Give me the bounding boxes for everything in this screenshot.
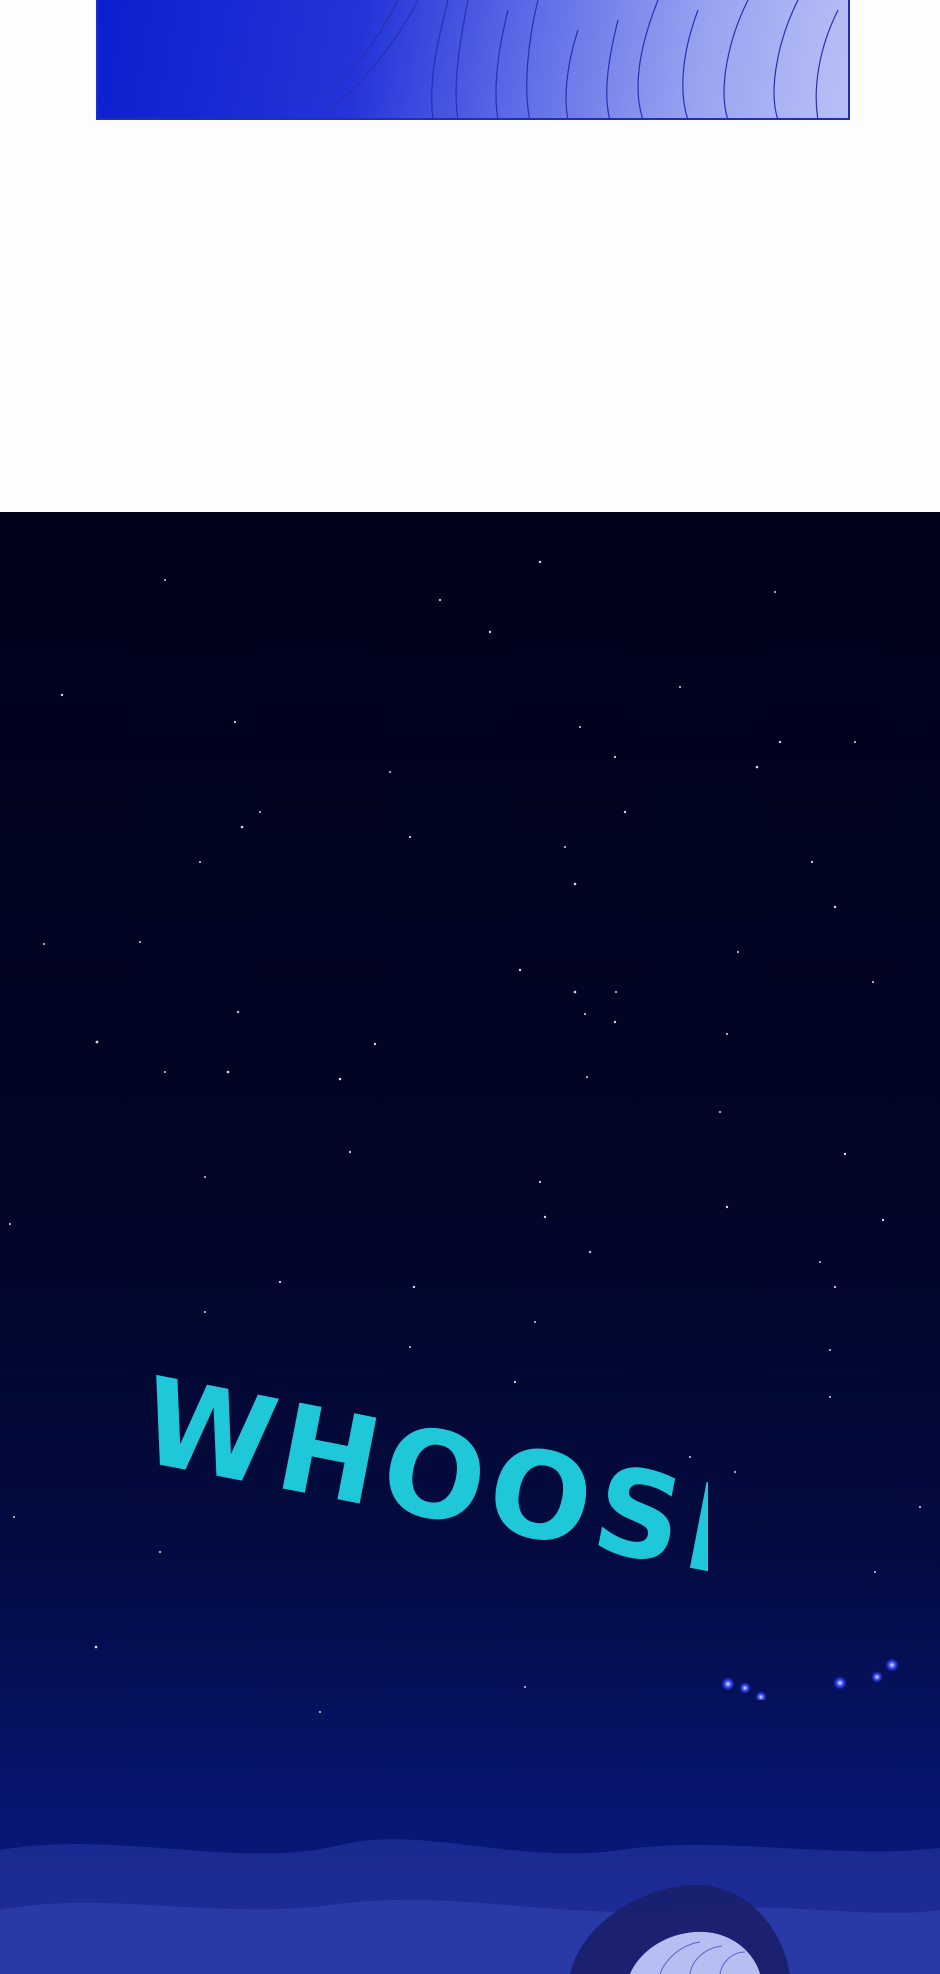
distant-lights	[721, 1658, 899, 1700]
character-head-silhouette	[570, 1884, 790, 1974]
night-sky-panel	[0, 512, 940, 1974]
whoosh-text: WHOOSH	[130, 1352, 708, 1614]
hair-illustration	[322, 0, 839, 118]
whoosh-sound-effect: WHOOSH	[130, 1352, 708, 1614]
panel-gutter	[0, 120, 940, 512]
starfield	[9, 560, 921, 1713]
top-comic-panel	[96, 0, 850, 120]
